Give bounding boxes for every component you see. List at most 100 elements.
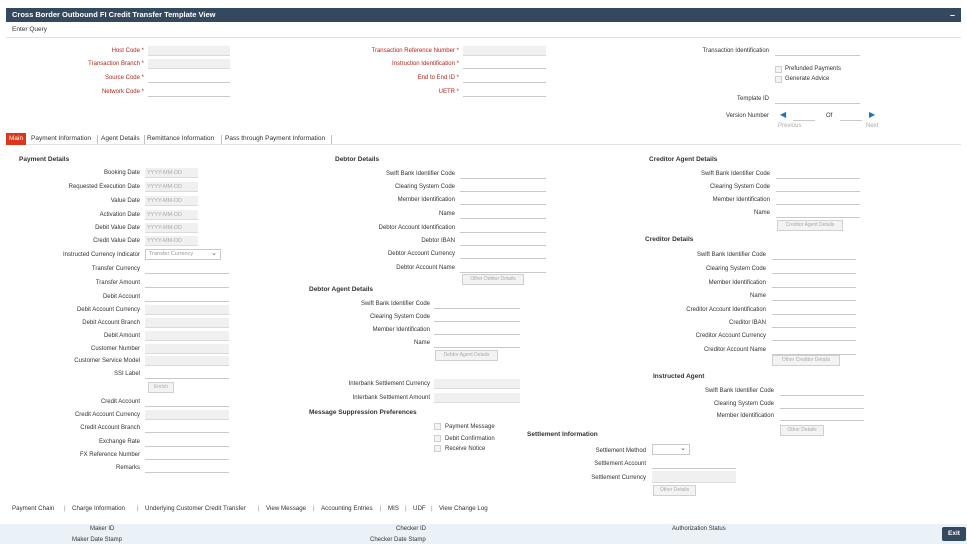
- previous-label[interactable]: Previous: [778, 123, 801, 129]
- debit-amount-field[interactable]: [145, 331, 229, 341]
- creditor-agent-name-field[interactable]: [776, 208, 860, 218]
- credit-value-date-field[interactable]: YYYY-MM-DD: [145, 236, 198, 246]
- network-code-field[interactable]: [148, 87, 230, 97]
- payment-message-checkbox[interactable]: [434, 423, 441, 430]
- requested-execution-date-field[interactable]: YYYY-MM-DD: [145, 182, 198, 192]
- tab-divider: [221, 135, 222, 144]
- host-code-field[interactable]: [148, 46, 230, 56]
- version-current-field[interactable]: [793, 111, 815, 121]
- payment-chain-link[interactable]: Payment Chain: [12, 505, 54, 512]
- udf-link[interactable]: UDF: [413, 505, 426, 512]
- creditor-account-identification-field[interactable]: [772, 305, 856, 315]
- transfer-amount-field[interactable]: [145, 278, 229, 288]
- debtor-account-identification-field[interactable]: [460, 223, 546, 233]
- activation-date-field[interactable]: YYYY-MM-DD: [145, 210, 198, 220]
- creditor-agent-member-field[interactable]: [776, 195, 860, 205]
- tab-main[interactable]: Main: [6, 133, 27, 145]
- creditor-clearing-field[interactable]: [772, 264, 856, 274]
- message-suppression-heading: Message Suppression Preferences: [309, 409, 417, 416]
- interbank-settlement-currency-field[interactable]: [434, 379, 520, 389]
- creditor-member-field[interactable]: [772, 278, 856, 288]
- debtor-account-name-field[interactable]: [460, 263, 546, 273]
- end-to-end-id-field[interactable]: [463, 73, 546, 83]
- debtor-agent-details-button[interactable]: Debtor Agent Details: [435, 350, 498, 361]
- fx-reference-number-field[interactable]: [145, 450, 229, 460]
- charge-information-link[interactable]: Charge Information: [72, 505, 125, 512]
- creditor-swift-field[interactable]: [772, 250, 856, 260]
- debit-confirmation-checkbox[interactable]: [434, 435, 441, 442]
- transaction-reference-field[interactable]: [463, 46, 546, 56]
- debit-account-branch-field[interactable]: [145, 318, 229, 328]
- creditor-agent-swift-field[interactable]: [776, 169, 860, 179]
- debtor-agent-swift-field[interactable]: [434, 299, 520, 309]
- debtor-name-field[interactable]: [460, 209, 546, 219]
- instructed-agent-other-details-button[interactable]: Other Details: [780, 425, 824, 436]
- customer-number-field[interactable]: [145, 344, 229, 354]
- other-creditor-details-button[interactable]: Other Creditor Details: [772, 355, 840, 366]
- tab-pass-through-payment-information[interactable]: Pass through Payment Information: [224, 133, 326, 145]
- generate-advice-checkbox[interactable]: [775, 76, 782, 83]
- view-message-link[interactable]: View Message: [266, 505, 306, 512]
- credit-account-field[interactable]: [145, 397, 229, 407]
- prefunded-payments-checkbox[interactable]: [775, 66, 782, 73]
- tab-agent-details[interactable]: Agent Details: [100, 133, 141, 145]
- mis-link[interactable]: MIS: [388, 505, 399, 512]
- debit-account-currency-field[interactable]: [145, 305, 229, 315]
- credit-account-currency-field[interactable]: [145, 410, 229, 420]
- debit-account-field[interactable]: [145, 292, 229, 302]
- settlement-other-details-button[interactable]: Other Details: [653, 485, 696, 496]
- interbank-settlement-amount-field[interactable]: [434, 393, 520, 403]
- accounting-entries-link[interactable]: Accounting Entries: [321, 505, 373, 512]
- previous-arrow-icon[interactable]: ◀: [780, 110, 786, 119]
- customer-service-model-field[interactable]: [145, 356, 229, 366]
- remarks-field[interactable]: [145, 463, 229, 473]
- minimize-button[interactable]: –: [950, 8, 955, 22]
- debtor-clearing-field[interactable]: [460, 182, 546, 192]
- creditor-iban-field[interactable]: [772, 318, 856, 328]
- instructed-agent-member-field[interactable]: [780, 411, 864, 421]
- settlement-currency-field[interactable]: [652, 471, 736, 483]
- booking-date-field[interactable]: YYYY-MM-DD: [145, 168, 198, 178]
- debtor-swift-field[interactable]: [460, 169, 546, 179]
- instructed-agent-clearing-field[interactable]: [780, 399, 864, 409]
- creditor-account-currency-field[interactable]: [772, 331, 856, 341]
- debit-value-date-field[interactable]: YYYY-MM-DD: [145, 223, 198, 233]
- creditor-name-field[interactable]: [772, 291, 856, 301]
- underlying-customer-credit-transfer-link[interactable]: Underlying Customer Credit Transfer: [145, 505, 246, 512]
- settlement-method-select[interactable]: ⌄: [652, 444, 690, 455]
- instructed-agent-swift-field[interactable]: [780, 386, 864, 396]
- debtor-iban-field[interactable]: [460, 236, 546, 246]
- creditor-agent-details-button[interactable]: Creditor Agent Details: [777, 220, 843, 231]
- transaction-branch-field[interactable]: [148, 59, 230, 69]
- next-label[interactable]: Next: [866, 123, 878, 129]
- creditor-agent-clearing-field[interactable]: [776, 182, 860, 192]
- instruction-identification-field[interactable]: [463, 59, 546, 69]
- value-date-field[interactable]: YYYY-MM-DD: [145, 196, 198, 206]
- tab-remittance-information[interactable]: Remittance Information: [146, 133, 215, 145]
- enter-query-menu[interactable]: Enter Query: [12, 26, 47, 33]
- tab-payment-information[interactable]: Payment Information: [30, 133, 92, 145]
- debtor-agent-clearing-field[interactable]: [434, 312, 520, 322]
- debtor-account-currency-field[interactable]: [460, 249, 546, 259]
- exchange-rate-field[interactable]: [145, 437, 229, 447]
- uetr-field[interactable]: [463, 87, 546, 97]
- ssi-label-field[interactable]: [145, 369, 229, 379]
- view-change-log-link[interactable]: View Change Log: [439, 505, 488, 512]
- instructed-currency-indicator-select[interactable]: Transfer Currency ⌄: [145, 249, 221, 260]
- template-id-field[interactable]: [775, 94, 860, 104]
- debtor-member-field[interactable]: [460, 195, 546, 205]
- creditor-account-name-field[interactable]: [772, 345, 856, 355]
- next-arrow-icon[interactable]: ▶: [869, 110, 875, 119]
- enrich-button[interactable]: Enrich: [148, 382, 174, 393]
- receive-notice-checkbox[interactable]: [434, 445, 441, 452]
- transfer-currency-field[interactable]: [145, 264, 229, 274]
- settlement-account-field[interactable]: [652, 459, 736, 469]
- debtor-agent-member-field[interactable]: [434, 325, 520, 335]
- version-total-field[interactable]: [840, 111, 862, 121]
- exit-button[interactable]: Exit: [942, 527, 966, 541]
- credit-account-branch-field[interactable]: [145, 423, 229, 433]
- debtor-agent-name-field[interactable]: [434, 338, 520, 348]
- source-code-field[interactable]: [148, 73, 230, 83]
- transaction-identification-field[interactable]: [775, 46, 860, 56]
- other-debtor-details-button[interactable]: Other Debtor Details: [462, 274, 524, 285]
